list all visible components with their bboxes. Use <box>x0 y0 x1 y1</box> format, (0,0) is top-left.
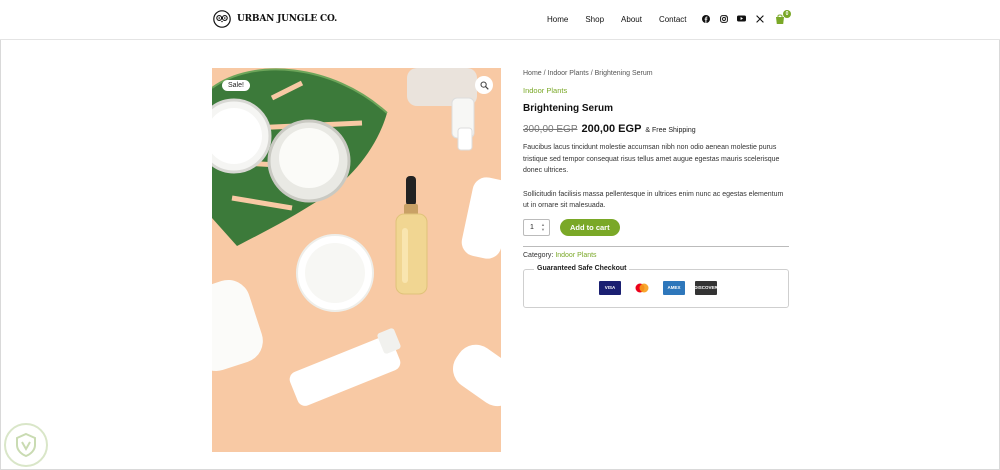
product-description: Faucibus lacus tincidunt molestie accums… <box>523 144 780 174</box>
cart-count-badge: 0 <box>783 10 791 18</box>
amex-card-icon: AMEX <box>663 280 685 295</box>
sale-price: 200,00 EGP <box>581 123 642 135</box>
main-nav: Home Shop About Contact <box>547 15 704 24</box>
category-label: Category: <box>523 251 554 259</box>
product-photo <box>212 68 501 452</box>
stepper-arrows[interactable]: ▲ ▼ <box>541 222 546 232</box>
nav-about[interactable]: About <box>621 15 642 24</box>
add-to-cart-button[interactable]: Add to cart <box>560 218 620 236</box>
brand-name: URBAN JUNGLE CO. <box>237 14 338 24</box>
category-meta-link[interactable]: Indoor Plants <box>555 252 596 259</box>
facebook-icon[interactable] <box>701 14 710 23</box>
product-image[interactable] <box>212 68 501 452</box>
discover-card-icon: DISCOVER <box>694 280 718 295</box>
product-summary: Home / Indoor Plants / Brightening Serum… <box>523 68 789 308</box>
sale-badge: Sale! <box>222 80 250 91</box>
nav-contact[interactable]: Contact <box>659 15 687 24</box>
nav-home[interactable]: Home <box>547 15 568 24</box>
instagram-icon[interactable] <box>719 14 728 23</box>
nav-shop[interactable]: Shop <box>585 15 604 24</box>
owl-logo-icon <box>213 10 231 28</box>
site-header: URBAN JUNGLE CO. Home Shop About Contact… <box>0 0 1000 40</box>
shipping-note: & Free Shipping <box>645 127 696 134</box>
price-row: 300,00 EGP 200,00 EGP & Free Shipping <box>523 123 789 135</box>
youtube-icon[interactable] <box>737 14 746 23</box>
mastercard-icon <box>631 280 653 295</box>
social-links <box>701 14 764 23</box>
site-logo[interactable]: URBAN JUNGLE CO. <box>213 10 337 28</box>
add-to-cart-form: 1 ▲ ▼ Add to cart <box>523 218 789 236</box>
magnifier-icon <box>480 81 489 90</box>
payment-methods: VISA AMEX DISCOVER <box>599 280 718 295</box>
x-icon[interactable] <box>755 14 764 23</box>
safe-checkout-box: Guaranteed Safe Checkout VISA AMEX DISCO… <box>523 264 789 308</box>
breadcrumb[interactable]: Home / Indoor Plants / Brightening Serum <box>523 70 789 77</box>
product-category-link[interactable]: Indoor Plants <box>523 86 789 95</box>
safe-checkout-title: Guaranteed Safe Checkout <box>534 264 630 272</box>
quantity-value: 1 <box>530 223 534 231</box>
shield-icon <box>16 432 36 458</box>
old-price: 300,00 EGP <box>523 124 578 135</box>
product-description-secondary: Sollicitudin facilisis massa pellentesqu… <box>523 190 784 210</box>
visa-card-icon: VISA <box>599 280 621 295</box>
watermark-logo <box>4 423 48 467</box>
quantity-stepper[interactable]: 1 ▲ ▼ <box>523 218 550 236</box>
divider <box>523 245 789 247</box>
product-meta: Category: Indoor Plants <box>523 252 789 259</box>
zoom-button[interactable] <box>475 76 493 94</box>
product-title: Brightening Serum <box>523 103 614 114</box>
